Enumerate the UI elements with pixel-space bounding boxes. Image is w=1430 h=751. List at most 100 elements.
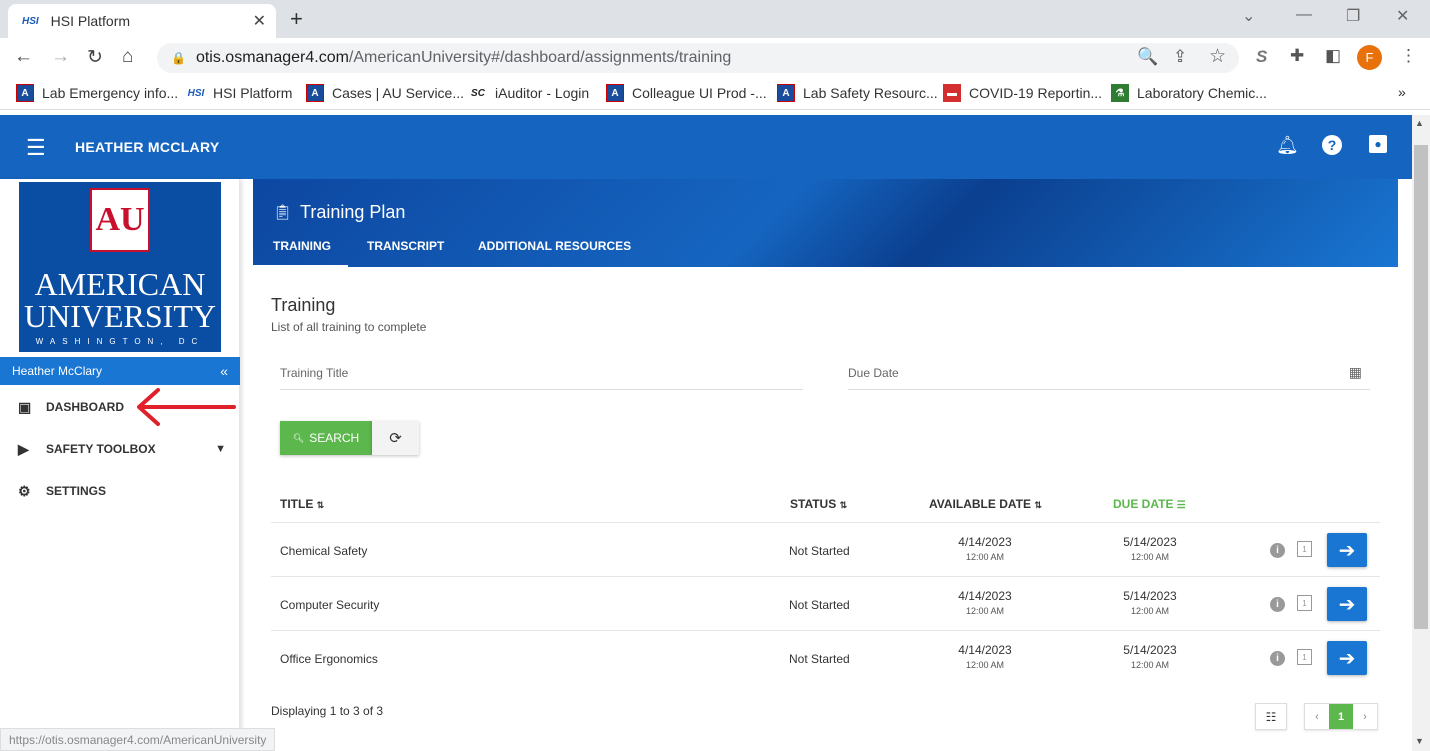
lock-icon: 🔒 [171,51,186,65]
launch-training-button[interactable]: ➔ [1327,641,1367,675]
scrollbar-thumb[interactable] [1414,145,1428,629]
minimize-icon[interactable]: — [1296,6,1312,24]
table-row: Computer Security Not Started 4/14/2023 1… [271,576,1380,630]
due-date-cell: 5/14/2023 12:00 AM [1123,589,1177,616]
reload-icon[interactable]: ↻ [87,46,103,69]
sidebar-item-label: SETTINGS [46,484,107,498]
bookmark-item[interactable]: SC iAuditor - Login [469,84,589,102]
home-icon[interactable]: ⌂ [122,46,133,68]
column-header-status[interactable]: STATUS ⇅ [790,497,847,511]
page-size-list-icon[interactable]: ☷ [1255,703,1287,730]
collapse-sidebar-icon[interactable]: « [220,363,228,379]
chevron-down-icon: ▼ [215,443,226,455]
side-panel-icon[interactable]: ◧ [1325,46,1341,66]
hamburger-menu-icon[interactable]: ☰ [26,135,46,161]
browser-toolbar: ← → ↻ ⌂ 🔒 otis.osmanager4.com/AmericanUn… [0,38,1430,78]
sort-ascending-icon: ☰ [1176,500,1186,511]
refresh-icon: ⟳ [389,430,402,447]
extension-s-icon[interactable]: S [1256,47,1267,67]
tab-training[interactable]: TRAINING [273,239,331,253]
sidebar-user-bar: Heather McClary « [0,357,240,385]
copy-icon[interactable]: 1 [1297,595,1312,611]
info-icon[interactable]: i [1270,651,1285,666]
iauditor-favicon-icon: SC [471,87,485,99]
sidebar: AU AMERICAN UNIVERSITY WASHINGTON, DC He… [0,179,240,751]
bookmark-item[interactable]: A Cases | AU Service... [306,84,464,102]
available-date-cell: 4/14/2023 12:00 AM [958,643,1012,670]
sidebar-item-settings[interactable]: ⚙ SETTINGS [0,476,240,506]
calendar-icon[interactable]: ▦ [1349,364,1362,381]
current-page-button[interactable]: 1 [1329,704,1353,729]
next-page-icon[interactable]: › [1353,704,1377,729]
au-favicon-icon: A [306,84,324,102]
due-date-placeholder: Due Date [848,365,899,380]
info-icon[interactable]: i [1270,543,1285,558]
bookmark-item[interactable]: ⚗ Laboratory Chemic... [1111,84,1267,102]
bookmark-item[interactable]: A Lab Safety Resourc... [777,84,938,102]
logo-line-3: WASHINGTON, DC [35,337,205,346]
au-favicon-icon: A [606,84,624,102]
scroll-up-icon[interactable]: ▲ [1415,118,1424,128]
red-annotation-arrow [137,388,236,426]
bookmark-item[interactable]: A Colleague UI Prod -... [606,84,767,102]
forward-icon[interactable]: → [51,46,70,68]
close-tab-icon[interactable]: ✕ [253,11,266,31]
notifications-bell-icon[interactable]: 🔔︎ [1276,135,1299,156]
bookmark-item[interactable]: ▬ COVID-19 Reportin... [943,84,1102,102]
hsi-favicon-icon: HSI [22,15,39,27]
profile-avatar[interactable]: F [1357,45,1382,70]
restore-icon[interactable]: ❐ [1346,6,1360,26]
reset-button[interactable]: ⟳ [372,421,419,455]
section-title: Training [271,295,336,315]
due-date-cell: 5/14/2023 12:00 AM [1123,643,1177,670]
available-date-cell: 4/14/2023 12:00 AM [958,589,1012,616]
bookmarks-overflow-icon[interactable]: » [1398,84,1406,100]
au-favicon-icon: A [16,84,34,102]
training-title-input[interactable]: Training Title [280,356,803,390]
account-icon[interactable]: ● [1369,135,1387,153]
training-title-cell: Computer Security [280,598,380,612]
scroll-down-icon[interactable]: ▼ [1415,736,1424,746]
tab-transcript[interactable]: TRANSCRIPT [367,239,444,253]
training-title-cell: Office Ergonomics [280,652,378,666]
copy-icon[interactable]: 1 [1297,649,1312,665]
prev-page-icon[interactable]: ‹ [1305,704,1329,729]
covid-favicon-icon: ▬ [943,84,961,102]
column-header-available-date[interactable]: AVAILABLE DATE ⇅ [929,497,1042,511]
au-favicon-icon: A [777,84,795,102]
share-icon[interactable]: ⇪ [1173,47,1187,67]
zoom-icon[interactable]: 🔍 [1137,47,1158,67]
info-icon[interactable]: i [1270,597,1285,612]
training-title-placeholder: Training Title [280,365,349,380]
gear-icon: ⚙ [18,482,31,499]
tab-search-icon[interactable]: ⌄ [1242,6,1255,26]
browser-tab-strip: HSI HSI Platform ✕ + ⌄ — ❐ ✕ [0,0,1430,38]
extensions-puzzle-icon[interactable]: ✚ [1290,46,1304,66]
sort-icon: ⇅ [1034,500,1042,510]
sort-icon: ⇅ [316,500,325,510]
new-tab-icon[interactable]: + [290,6,303,32]
close-window-icon[interactable]: ✕ [1396,6,1409,26]
launch-training-button[interactable]: ➔ [1327,533,1367,567]
browser-tab-title: HSI Platform [50,13,131,29]
search-button[interactable]: 🔍︎ SEARCH [280,421,372,455]
launch-training-button[interactable]: ➔ [1327,587,1367,621]
bookmark-star-icon[interactable]: ☆ [1209,45,1226,68]
sidebar-item-safety-toolbox[interactable]: ▶ SAFETY TOOLBOX ▼ [0,434,240,464]
column-header-title[interactable]: TITLE ⇅ [280,497,324,511]
column-header-due-date[interactable]: DUE DATE ☰ [1113,497,1186,511]
bookmark-item[interactable]: HSI HSI Platform [187,84,293,102]
browser-menu-icon[interactable]: ⋮ [1400,46,1417,66]
tab-additional-resources[interactable]: ADDITIONAL RESOURCES [478,239,631,253]
sort-icon: ⇅ [839,500,848,510]
help-icon[interactable]: ? [1322,135,1342,155]
copy-icon[interactable]: 1 [1297,541,1312,557]
status-cell: Not Started [789,544,850,558]
due-date-input[interactable]: Due Date ▦ [848,356,1370,390]
url-host: otis.osmanager4.com [195,49,349,66]
address-bar[interactable]: 🔒 otis.osmanager4.com/AmericanUniversity… [157,43,1239,73]
bookmark-item[interactable]: A Lab Emergency info... [16,84,178,102]
table-row: Chemical Safety Not Started 4/14/2023 12:… [271,522,1380,576]
back-icon[interactable]: ← [14,46,33,68]
browser-tab[interactable]: HSI HSI Platform ✕ [8,4,276,38]
